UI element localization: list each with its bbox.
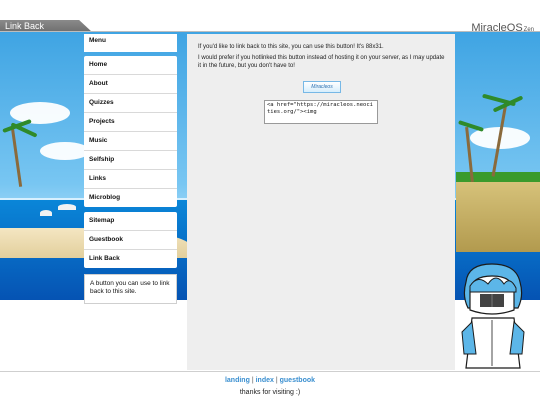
sidebar-item-music[interactable]: Music <box>84 132 177 151</box>
intro-text: If you'd like to link back to this site,… <box>198 44 384 50</box>
sidebar-header: Menu <box>84 34 177 52</box>
sidebar-item-links[interactable]: Links <box>84 170 177 189</box>
embed-code-textarea[interactable]: <a href="https://miracleos.neocities.org… <box>264 100 378 124</box>
footer-link-guestbook[interactable]: guestbook <box>280 377 315 384</box>
mascot-character <box>461 263 525 369</box>
footer-link-index[interactable]: index <box>256 377 274 384</box>
content-panel: If you'd like to link back to this site,… <box>187 34 455 370</box>
island-cliff <box>456 182 540 252</box>
beach-umbrella <box>40 210 52 216</box>
sidebar: Menu Home About Quizzes Projects Music S… <box>84 34 177 304</box>
cloud <box>10 102 70 124</box>
sidebar-group-main: Home About Quizzes Projects Music Selfsh… <box>84 56 177 207</box>
sidebar-item-link-back[interactable]: Link Back <box>84 250 177 268</box>
footer-separator: | <box>251 377 254 384</box>
top-bar: Link Back MiracleOSZen <box>0 0 540 34</box>
sidebar-item-guestbook[interactable]: Guestbook <box>84 231 177 250</box>
footer-link-landing[interactable]: landing <box>225 377 250 384</box>
beach-umbrella <box>58 204 76 210</box>
sidebar-item-quizzes[interactable]: Quizzes <box>84 94 177 113</box>
cloud <box>40 142 90 160</box>
sidebar-group-secondary: Sitemap Guestbook Link Back <box>84 212 177 268</box>
link-back-button-image[interactable]: Miracleos <box>303 81 341 93</box>
footer-separator: | <box>275 377 278 384</box>
footer-links: landing | index | guestbook <box>0 377 540 384</box>
sidebar-item-microblog[interactable]: Microblog <box>84 189 177 207</box>
sidebar-item-home[interactable]: Home <box>84 56 177 75</box>
sidebar-item-selfship[interactable]: Selfship <box>84 151 177 170</box>
sidebar-item-sitemap[interactable]: Sitemap <box>84 212 177 231</box>
hotlink-note: I would prefer if you hotlinked this but… <box>198 55 445 69</box>
footer-note: thanks for visiting :) <box>239 389 301 396</box>
footer: landing | index | guestbook thanks for v… <box>0 371 540 406</box>
sidebar-item-about[interactable]: About <box>84 75 177 94</box>
page-description: A button you can use to link back to thi… <box>84 274 177 304</box>
sidebar-item-projects[interactable]: Projects <box>84 113 177 132</box>
